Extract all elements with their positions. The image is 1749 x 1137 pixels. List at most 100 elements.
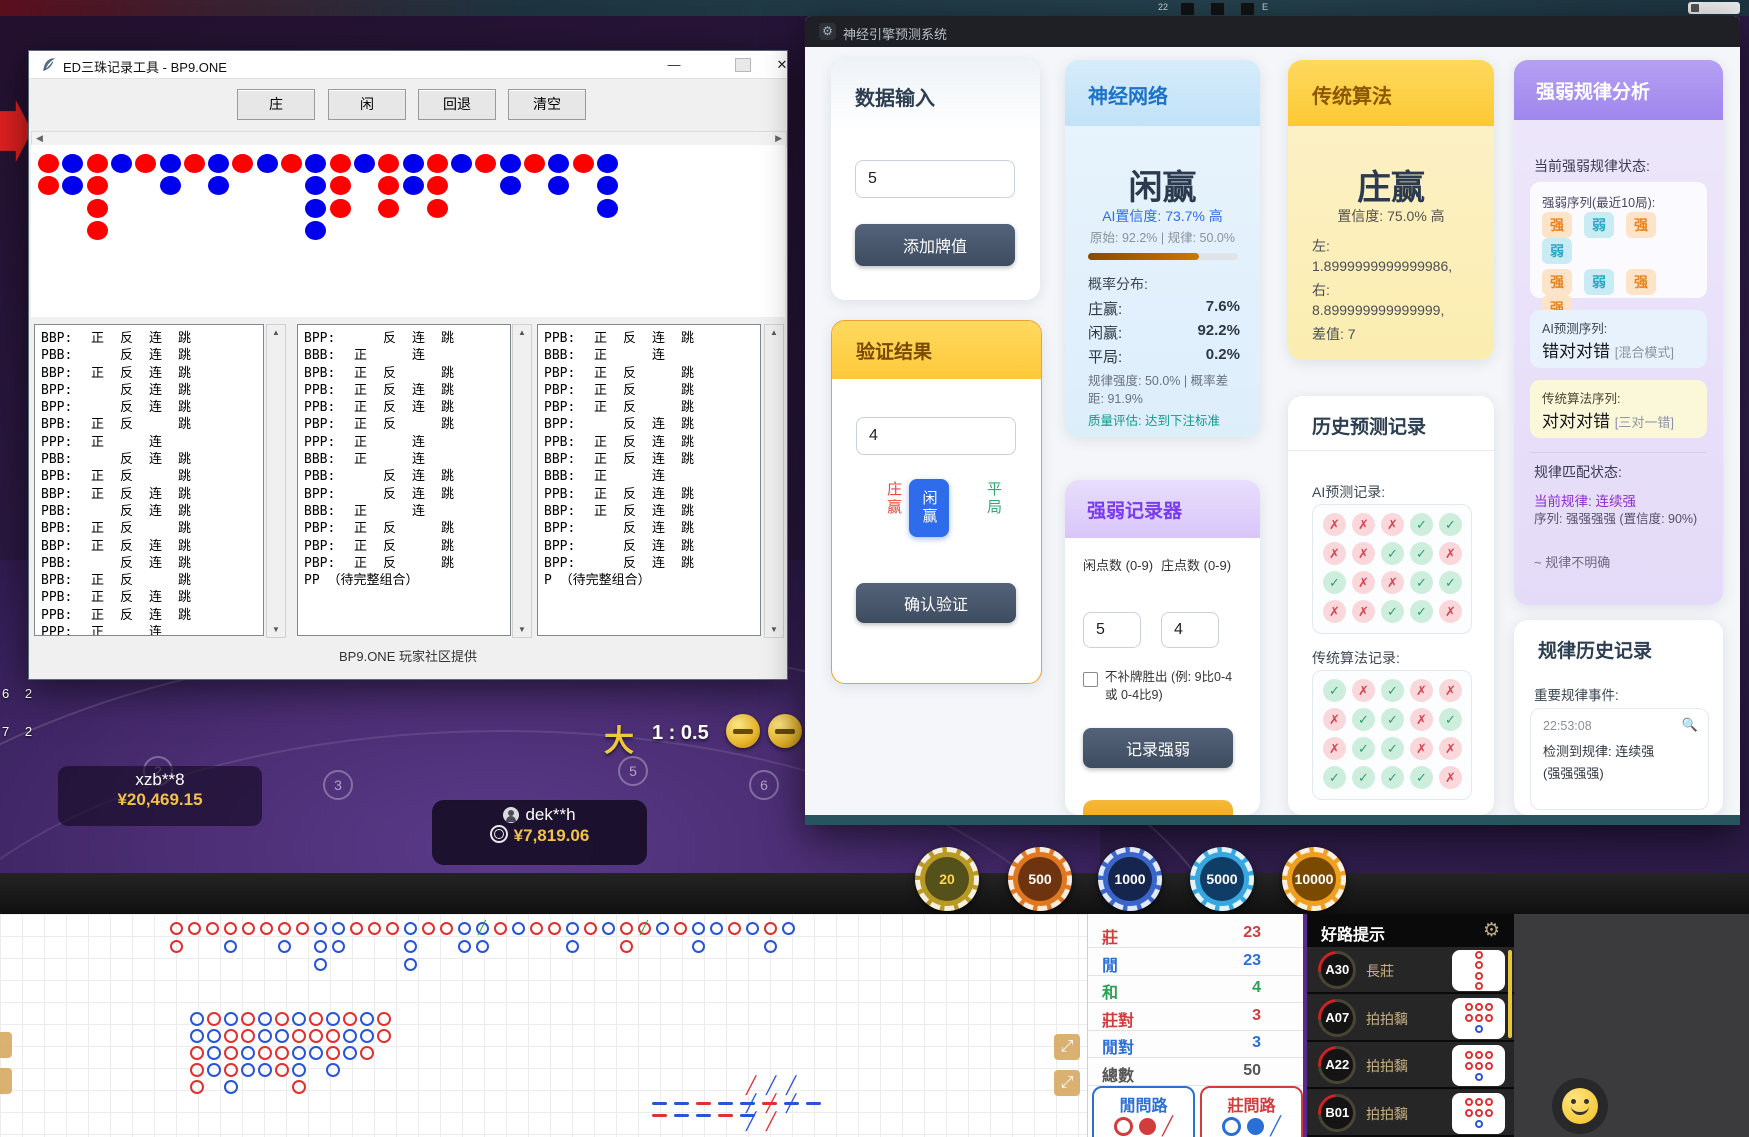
cross-mark: ✗	[1439, 766, 1462, 789]
resize-arrow-icon[interactable]: ⤢	[1054, 1034, 1080, 1060]
big-road-mark	[692, 940, 705, 953]
undo-button[interactable]: 回退	[418, 89, 496, 120]
scroll-right-icon[interactable]: ▶	[775, 133, 782, 144]
banker-points-input[interactable]	[1161, 612, 1219, 648]
big-road-mark	[242, 922, 255, 935]
taskbar-label: 22	[1158, 2, 1168, 12]
verify-option[interactable]: 庄赢	[883, 481, 904, 517]
event-card[interactable]: 22:53:08 🔍 检测到规律: 连续强 (强强强强)	[1530, 708, 1709, 810]
taskbar-icon[interactable]	[1180, 2, 1195, 16]
record-strength-button[interactable]: 记录强弱	[1083, 728, 1233, 768]
big-road-mark	[314, 958, 327, 971]
verify-option-selected[interactable]: 闲赢	[909, 479, 949, 537]
taskbar-icon[interactable]	[1210, 2, 1225, 16]
maximize-button[interactable]	[735, 58, 751, 72]
close-button[interactable]: ✕	[767, 55, 797, 74]
bead-dot	[378, 199, 399, 218]
table-spot-number: 3	[323, 770, 353, 800]
pattern-list-right[interactable]: PPB:正反连跳BBB:正连PBP:正反跳PBP:正反跳PBP:正反跳BPP:反…	[537, 324, 761, 636]
verify-option[interactable]: 平局	[983, 481, 1004, 517]
cross-mark: ✗	[1352, 679, 1375, 702]
bet-chip-500[interactable]: 500	[1008, 847, 1072, 911]
good-road-item[interactable]: B01拍拍黐	[1307, 1090, 1514, 1137]
stat-row: 莊對3	[1088, 1003, 1306, 1031]
big-road-mark	[404, 958, 417, 971]
add-card-button[interactable]: 添加牌值	[855, 224, 1015, 266]
panel-history: 历史预测记录 AI预测记录: ✗✗✗✓✓✗✗✓✓✗✓✗✗✓✓✗✗✓✓✗ 传统算法…	[1288, 396, 1494, 815]
pattern-row	[1464, 1119, 1494, 1130]
player-button[interactable]: 闲	[328, 89, 406, 120]
bet-chip-20[interactable]: 20	[915, 847, 979, 911]
coin-button[interactable]	[768, 714, 802, 748]
cross-mark: ✗	[1352, 542, 1375, 565]
ask-road-button[interactable]: 閒問路╱	[1092, 1086, 1195, 1137]
coin-button[interactable]	[726, 714, 760, 748]
check-mark: ✓	[1352, 708, 1375, 731]
road-display[interactable]: ╱╱╱╱╱╱╱╱╱╱⤢⤢	[0, 914, 1087, 1137]
resize-arrow-icon[interactable]: ⤢	[1054, 1070, 1080, 1096]
pattern-line: BPB:正反跳	[41, 413, 263, 430]
bet-chip-5000[interactable]: 5000	[1190, 847, 1254, 911]
feather-app-icon	[41, 57, 56, 72]
bead-canvas[interactable]	[31, 145, 785, 317]
strength-badge: 弱	[1584, 212, 1614, 238]
big-road-mark	[620, 940, 633, 953]
taskbar-icon[interactable]	[1240, 2, 1255, 16]
bead-road-mark	[292, 1080, 306, 1094]
good-road-gear-icon[interactable]: ⚙	[1483, 919, 1500, 942]
list-scrollbar[interactable]: ▲▼	[266, 324, 286, 638]
match-label: 规律匹配状态:	[1534, 462, 1622, 482]
scroll-left-icon[interactable]: ◀	[36, 133, 43, 144]
partial-orange-button[interactable]	[1083, 800, 1233, 815]
emoji-button[interactable]	[1552, 1078, 1608, 1134]
small-road-slash: ╱	[766, 1112, 776, 1132]
big-road-mark	[314, 940, 327, 953]
pred-titlebar[interactable]: ⚙ 神经引擎预测系统	[805, 16, 1740, 47]
big-road-mark	[224, 922, 237, 935]
bead-dot	[548, 154, 569, 173]
pattern-list-left[interactable]: BBP:正反连跳PBB:反连跳BBP:正反连跳BPP:反连跳BPP:反连跳BPB…	[34, 324, 264, 636]
good-road-item[interactable]: A07拍拍黐	[1307, 995, 1514, 1042]
big-road-mark	[530, 922, 543, 935]
minimize-button[interactable]: —	[659, 55, 689, 74]
road-dash-mark	[740, 1114, 755, 1117]
verify-value-input[interactable]	[856, 417, 1016, 455]
confidence-bar-fill	[1088, 253, 1199, 260]
bet-chip-1000[interactable]: 1000	[1098, 847, 1162, 911]
chip-label: 20	[925, 857, 969, 901]
search-icon[interactable]: 🔍	[1682, 717, 1698, 733]
tk-recorder-window: ED三珠记录工具 - BP9.ONE — ✕ 庄 闲 回退 清空 ◀ ▶ BBP…	[28, 50, 788, 680]
ai-seq-value: 错对对错 [混合模式]	[1542, 337, 1674, 362]
top-taskbar: 22 E	[0, 0, 1749, 16]
good-road-item[interactable]: A22拍拍黐	[1307, 1042, 1514, 1089]
check-mark: ✓	[1439, 708, 1462, 731]
confirm-verify-button[interactable]: 确认验证	[856, 583, 1016, 623]
panel-title: 强弱记录器	[1087, 496, 1182, 523]
pattern-line: P （待完整组合）	[544, 569, 760, 586]
big-road-mark	[206, 922, 219, 935]
big-road-mark	[296, 922, 309, 935]
tk-titlebar[interactable]: ED三珠记录工具 - BP9.ONE — ✕	[29, 51, 787, 79]
card-value-input[interactable]	[855, 160, 1015, 198]
player-balance: ¥20,469.15	[58, 790, 262, 810]
pattern-list-middle[interactable]: BPP:反连跳BBB:正连BPB:正反跳PPB:正反连跳PPB:正反连跳PBP:…	[297, 324, 511, 636]
good-road-item[interactable]: A30長莊	[1307, 947, 1514, 994]
good-road-scrollbar[interactable]	[1508, 950, 1512, 1038]
player-points-input[interactable]	[1083, 612, 1141, 648]
ask-road-button[interactable]: 莊問路╱	[1200, 1086, 1303, 1137]
pattern-line: PPB:正反连跳	[304, 379, 510, 396]
taskbar-widget[interactable]	[1688, 2, 1740, 14]
big-bet-label[interactable]: 大	[604, 716, 634, 760]
clear-button[interactable]: 清空	[508, 89, 586, 120]
events-label: 重要规律事件:	[1534, 684, 1619, 704]
check-mark: ✓	[1381, 600, 1404, 623]
bet-chip-10000[interactable]: 10000	[1282, 847, 1346, 911]
bead-dot	[330, 154, 351, 173]
banker-button[interactable]: 庄	[237, 89, 315, 120]
good-road-code-badge: B01	[1310, 1086, 1364, 1137]
list-scrollbar[interactable]: ▲▼	[764, 324, 784, 638]
bead-road-mark	[241, 1012, 255, 1026]
list-scrollbar[interactable]: ▲▼	[512, 324, 532, 638]
bead-road-mark	[241, 1029, 255, 1043]
no-draw-checkbox[interactable]	[1083, 672, 1098, 687]
